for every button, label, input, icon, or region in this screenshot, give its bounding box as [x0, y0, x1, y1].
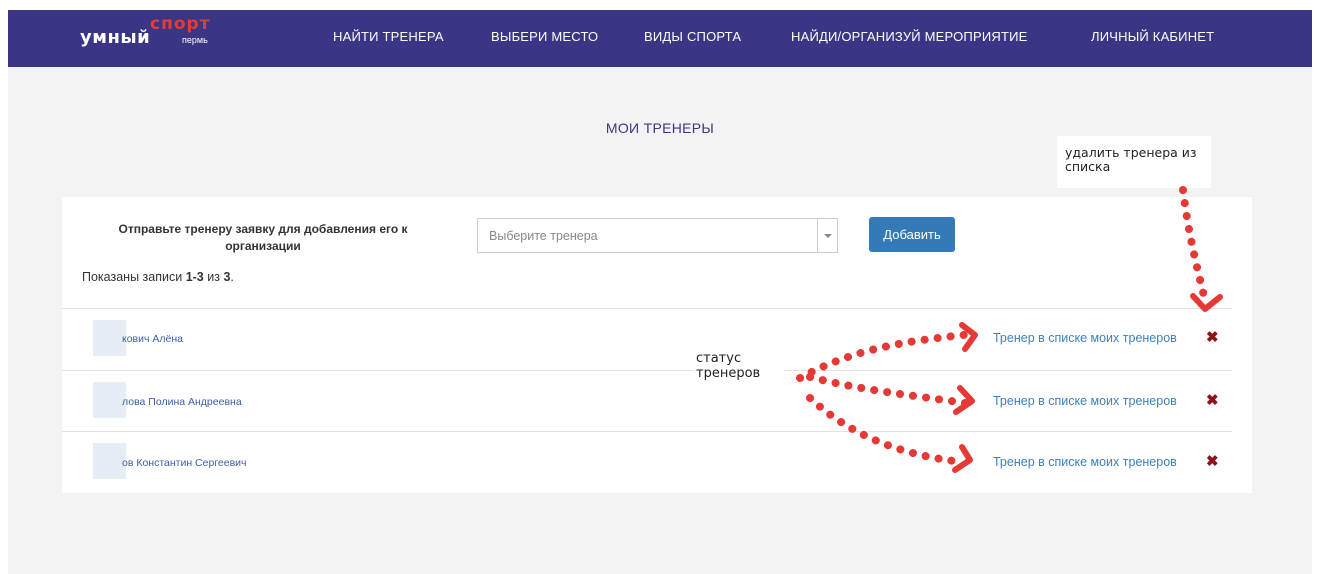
arrow-head-status-3 [952, 444, 973, 473]
annotation-arrows [796, 186, 1223, 473]
dotted-arrow-status-2 [806, 373, 969, 407]
dotted-arrow-status-3 [806, 394, 966, 466]
dotted-arrow-remove [1179, 186, 1209, 304]
dotted-arrow-status-1 [796, 330, 976, 382]
arrow-head-remove [1190, 293, 1223, 312]
